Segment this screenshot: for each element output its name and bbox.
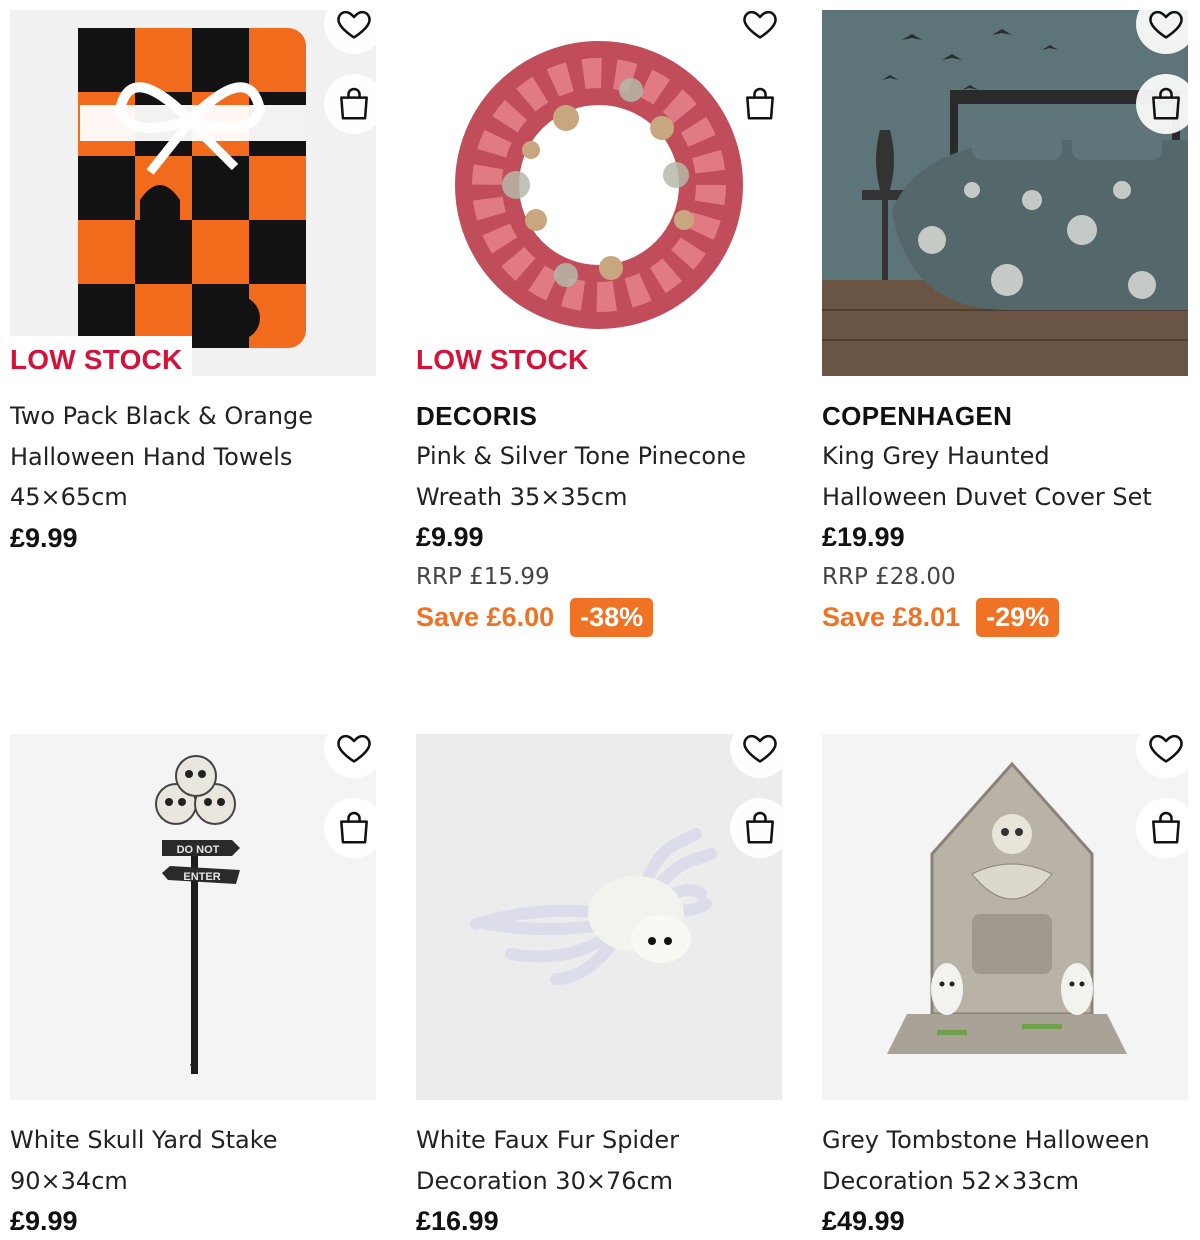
add-to-basket-button[interactable]	[324, 74, 376, 134]
shopping-bag-icon	[340, 811, 368, 844]
add-to-basket-button[interactable]	[1136, 74, 1188, 134]
shopping-bag-icon	[1152, 811, 1180, 844]
product-price: £19.99	[822, 522, 905, 552]
spider-image	[416, 734, 782, 1100]
heart-icon	[337, 734, 371, 763]
product-title[interactable]: Halloween Duvet Cover Set	[822, 477, 1188, 518]
product-price: £9.99	[416, 522, 484, 552]
heart-icon	[337, 10, 371, 39]
heart-icon	[1149, 10, 1183, 39]
wreath-image	[416, 10, 782, 376]
product-image[interactable]	[416, 734, 782, 1100]
shopping-bag-icon	[340, 87, 368, 120]
product-title[interactable]: Halloween Hand Towels	[10, 437, 376, 478]
discount-badge: -38%	[570, 598, 654, 637]
product-card[interactable]: White Faux Fur Spider Decoration 30×76cm…	[416, 734, 782, 1240]
towel-image	[10, 10, 376, 376]
product-title[interactable]: Two Pack Black & Orange	[10, 396, 376, 437]
product-price: £16.99	[416, 1206, 499, 1236]
heart-icon	[1149, 734, 1183, 763]
product-title[interactable]: Decoration 30×76cm	[416, 1161, 782, 1202]
low-stock-badge: LOW STOCK	[416, 336, 599, 376]
product-card[interactable]: Grey Tombstone Halloween Decoration 52×3…	[822, 734, 1188, 1240]
product-price: £9.99	[10, 522, 78, 553]
product-image[interactable]	[822, 734, 1188, 1100]
shopping-bag-icon	[746, 87, 774, 120]
tombstone-image	[822, 734, 1188, 1100]
sign-text: ENTER	[183, 871, 220, 883]
shopping-bag-icon	[1152, 87, 1180, 120]
product-card[interactable]: LOW STOCK Two Pack Black & Orange Hallow…	[10, 10, 376, 558]
discount-badge: -29%	[976, 598, 1060, 637]
product-title[interactable]: Wreath 35×35cm	[416, 477, 782, 518]
product-card[interactable]: DO NOT ENTER White Skull Yard Stake 90×3…	[10, 734, 376, 1240]
product-card[interactable]: COPENHAGEN King Grey Haunted Halloween D…	[822, 10, 1188, 637]
product-title[interactable]: 45×65cm	[10, 477, 376, 518]
yard-stake-image: DO NOT ENTER	[10, 734, 376, 1100]
product-saving: Save £6.00	[416, 602, 555, 632]
product-image[interactable]	[822, 10, 1188, 376]
product-image[interactable]: LOW STOCK	[416, 10, 782, 376]
product-title[interactable]: Pink & Silver Tone Pinecone	[416, 436, 782, 477]
product-title[interactable]: King Grey Haunted	[822, 436, 1188, 477]
product-brand: COPENHAGEN	[822, 401, 1013, 431]
product-price: £49.99	[822, 1206, 905, 1236]
product-title[interactable]: Decoration 52×33cm	[822, 1161, 1188, 1202]
product-title[interactable]: 90×34cm	[10, 1161, 376, 1202]
heart-icon	[743, 734, 777, 763]
heart-icon	[743, 10, 777, 39]
sign-text: DO NOT	[177, 844, 220, 856]
low-stock-badge: LOW STOCK	[10, 336, 193, 376]
add-to-basket-button[interactable]	[1136, 798, 1188, 858]
product-card[interactable]: LOW STOCK DECORIS Pink & Silver Tone Pin…	[416, 10, 782, 637]
product-image[interactable]: LOW STOCK	[10, 10, 376, 376]
add-to-basket-button[interactable]	[730, 74, 782, 134]
product-title[interactable]: Grey Tombstone Halloween	[822, 1120, 1188, 1161]
product-brand: DECORIS	[416, 401, 538, 431]
product-title[interactable]: White Faux Fur Spider	[416, 1120, 782, 1161]
product-saving: Save £8.01	[822, 602, 961, 632]
product-image[interactable]: DO NOT ENTER	[10, 734, 376, 1100]
product-price: £9.99	[10, 1206, 78, 1236]
product-rrp: RRP £15.99	[416, 564, 550, 590]
add-to-basket-button[interactable]	[730, 798, 782, 858]
product-title[interactable]: White Skull Yard Stake	[10, 1120, 376, 1161]
duvet-image	[822, 10, 1188, 376]
add-to-basket-button[interactable]	[324, 798, 376, 858]
product-rrp: RRP £28.00	[822, 564, 956, 590]
shopping-bag-icon	[746, 811, 774, 844]
